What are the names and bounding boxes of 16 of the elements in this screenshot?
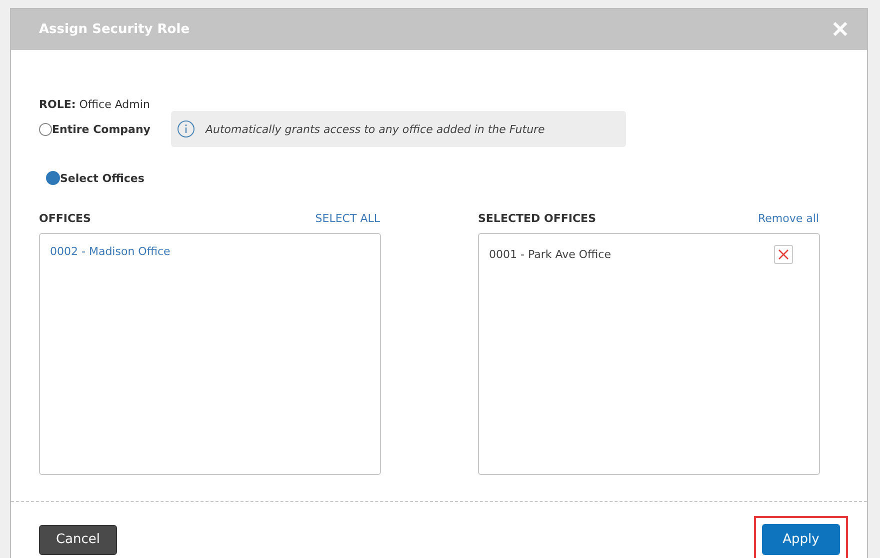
radio-option[interactable]: Select Offices [46, 171, 144, 185]
select-all-link[interactable]: SELECT ALL [315, 212, 380, 225]
info-text: Automatically grants access to any office added in the Future [205, 122, 545, 136]
office-item[interactable]: 0002 - Madison Office [50, 245, 170, 258]
list-heading: OFFICES [39, 212, 91, 225]
radio-option[interactable]: Entire Company [39, 122, 150, 136]
role-label: ROLE: Office Admin [39, 98, 151, 111]
office-item: 0001 - Park Ave Office [489, 248, 611, 261]
remove-all-link[interactable]: Remove all [758, 212, 819, 225]
dialog-title: Assign Security Role [39, 22, 190, 37]
remove-button[interactable] [774, 245, 793, 264]
info-icon [177, 120, 196, 138]
list-heading: SELECTED OFFICES [478, 212, 596, 225]
apply-button[interactable]: Apply [762, 524, 840, 555]
remove-icon [778, 249, 789, 260]
cancel-button[interactable]: Cancel [39, 524, 117, 554]
